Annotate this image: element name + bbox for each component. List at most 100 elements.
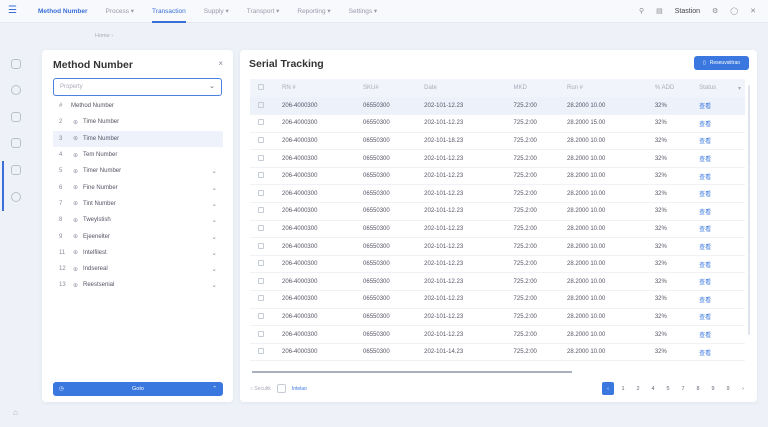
chevron-down-icon[interactable]: ⌄ — [212, 184, 217, 192]
monitor-icon[interactable] — [11, 59, 21, 69]
list-item[interactable]: 6 ⊕ Fine Number ⌄ — [53, 179, 223, 195]
page-button[interactable]: 5 — [662, 382, 674, 395]
table-row[interactable]: 206-4000300 06550300 202-101-12.23 725.2:00… — [250, 114, 745, 133]
row-action-link[interactable]: 查看 — [699, 167, 739, 186]
row-action-link[interactable]: 查看 — [699, 184, 739, 204]
row-action-link[interactable]: 查看 — [699, 114, 739, 133]
page-button[interactable]: 2 — [632, 382, 644, 395]
tab-1[interactable]: Process ▾ — [105, 0, 134, 23]
checkbox-cell[interactable] — [250, 149, 283, 168]
row-action-link[interactable]: 查看 — [699, 97, 739, 116]
checkbox-cell[interactable] — [250, 272, 283, 292]
checkbox-cell[interactable] — [250, 167, 283, 186]
chevron-down-icon[interactable]: ⌄ — [212, 249, 217, 257]
row-checkbox[interactable] — [258, 119, 264, 126]
goto-button[interactable]: ◷ Goto ⌃ — [53, 382, 223, 396]
row-action-link[interactable]: 查看 — [699, 220, 739, 239]
print-icon[interactable]: ▤ — [656, 7, 663, 15]
property-select[interactable]: Property ⌄ — [53, 78, 222, 96]
row-checkbox[interactable] — [258, 189, 264, 196]
tab-4[interactable]: Transport ▾ — [247, 0, 280, 23]
row-checkbox[interactable] — [258, 154, 264, 161]
row-action-link[interactable]: 查看 — [699, 290, 739, 309]
grid-icon[interactable] — [11, 112, 21, 122]
chevron-down-icon[interactable]: ⌄ — [212, 265, 217, 273]
filter-icon[interactable]: ▾ — [738, 79, 745, 97]
export-button[interactable]: ▯ Reseuvsiitrao — [694, 56, 749, 70]
table-row[interactable]: 206-4000300 06550300 202-101-18.23 725.2:00… — [250, 132, 745, 151]
row-action-link[interactable]: 查看 — [699, 149, 739, 168]
column-header[interactable]: Status — [699, 79, 739, 97]
row-checkbox[interactable] — [258, 277, 264, 284]
list-item[interactable]: 13 ⊕ Reestsenial ⌄ — [53, 277, 223, 293]
settings-icon[interactable]: ⚙ — [712, 7, 718, 15]
table-row[interactable]: 206-4000300 06550300 202-101-12.23 725.2:00… — [250, 272, 745, 292]
table-row[interactable]: 206-4000300 06550300 202-101-14.23 725.2:00… — [250, 343, 745, 362]
row-action-link[interactable]: 查看 — [699, 237, 739, 256]
notification-icon[interactable]: ⚲ — [639, 7, 644, 15]
table-row[interactable]: 206-4000300 06550300 202-101-12.23 725.2:00… — [250, 149, 745, 168]
page-button[interactable]: 7 — [677, 382, 689, 395]
row-checkbox[interactable] — [258, 295, 264, 302]
page-button[interactable]: 1 — [617, 382, 629, 395]
footer-link[interactable]: Intelao — [292, 386, 307, 392]
table-row[interactable]: 206-4000300 06550300 202-101-12.23 725.2:00… — [250, 290, 745, 309]
column-header[interactable]: % ADD — [654, 79, 700, 97]
list-item[interactable]: 9 ⊕ Ejeenelter ⌄ — [53, 228, 223, 244]
tab-5[interactable]: Reporting ▾ — [297, 0, 330, 23]
checkbox-cell[interactable] — [250, 343, 283, 362]
checkbox-cell[interactable] — [250, 202, 283, 221]
checkbox-cell[interactable] — [250, 237, 283, 256]
checkbox-cell[interactable] — [250, 325, 283, 344]
table-row[interactable]: 206-4000300 06550300 202-101-12.23 725.2:00… — [250, 184, 745, 204]
chevron-down-icon[interactable]: ⌄ — [212, 233, 217, 241]
table-row[interactable]: 206-4000300 06550300 202-101-12.23 725.2:00… — [250, 97, 745, 116]
row-checkbox[interactable] — [258, 224, 264, 231]
list-item[interactable]: 12 ⊕ Indsereal ⌄ — [53, 261, 223, 277]
tab-3[interactable]: Supply ▾ — [204, 0, 229, 23]
select-checkbox[interactable] — [276, 384, 286, 393]
column-header[interactable]: RN # — [282, 79, 364, 97]
page-button[interactable]: 9 — [707, 382, 719, 395]
checkbox-cell[interactable] — [250, 114, 283, 133]
next-page-button[interactable]: › — [737, 382, 749, 395]
horizontal-scrollbar[interactable] — [252, 371, 572, 373]
select-all-checkbox[interactable] — [258, 84, 264, 90]
checkbox-cell[interactable] — [250, 184, 283, 204]
row-action-link[interactable]: 查看 — [699, 272, 739, 292]
prev-page-button[interactable]: ‹ — [602, 382, 614, 395]
page-button[interactable]: 9 — [722, 382, 734, 395]
close-icon[interactable]: × — [218, 59, 223, 68]
page-button[interactable]: 4 — [647, 382, 659, 395]
globe-icon[interactable] — [11, 85, 21, 95]
row-action-link[interactable]: 查看 — [699, 325, 739, 344]
table-row[interactable]: 206-4000300 06550300 202-101-12.23 725.2:00… — [250, 325, 745, 344]
list-item[interactable]: 3 ⊕ Time Number — [53, 130, 223, 147]
list-item[interactable]: 5 ⊕ Timer Number ⌄ — [53, 163, 223, 179]
chevron-down-icon[interactable]: ⌄ — [212, 216, 217, 224]
checkbox-cell[interactable] — [250, 132, 283, 151]
list-item[interactable]: 2 ⊕ Time Number — [53, 114, 223, 130]
bell-icon[interactable]: ◯ — [730, 7, 738, 15]
folder-icon[interactable] — [11, 165, 21, 175]
row-checkbox[interactable] — [258, 101, 264, 108]
chevron-down-icon[interactable]: ⌄ — [212, 167, 217, 175]
tab-0[interactable]: Method Number — [38, 0, 87, 23]
table-row[interactable]: 206-4000300 06550300 202-101-12.23 725.2:00… — [250, 220, 745, 239]
help-icon[interactable]: ⌂ — [13, 408, 18, 417]
select-all-radio[interactable]: ○ Secultk — [250, 386, 271, 392]
header-checkbox-cell[interactable] — [250, 79, 283, 97]
checkbox-cell[interactable] — [250, 308, 283, 327]
table-row[interactable]: 206-4000300 06550300 202-101-12.23 725.2:00… — [250, 255, 745, 274]
chart-icon[interactable] — [11, 192, 21, 202]
table-row[interactable]: 206-4000300 06550300 202-101-12.23 725.2:00… — [250, 237, 745, 256]
column-header[interactable]: Run # — [566, 79, 655, 97]
row-action-link[interactable]: 查看 — [699, 308, 739, 327]
row-checkbox[interactable] — [258, 348, 264, 355]
column-header[interactable]: Date — [424, 79, 514, 97]
row-action-link[interactable]: 查看 — [699, 343, 739, 362]
page-button[interactable]: 8 — [692, 382, 704, 395]
row-checkbox[interactable] — [258, 312, 264, 319]
row-checkbox[interactable] — [258, 136, 264, 143]
user-menu[interactable]: Stastion — [675, 8, 700, 15]
